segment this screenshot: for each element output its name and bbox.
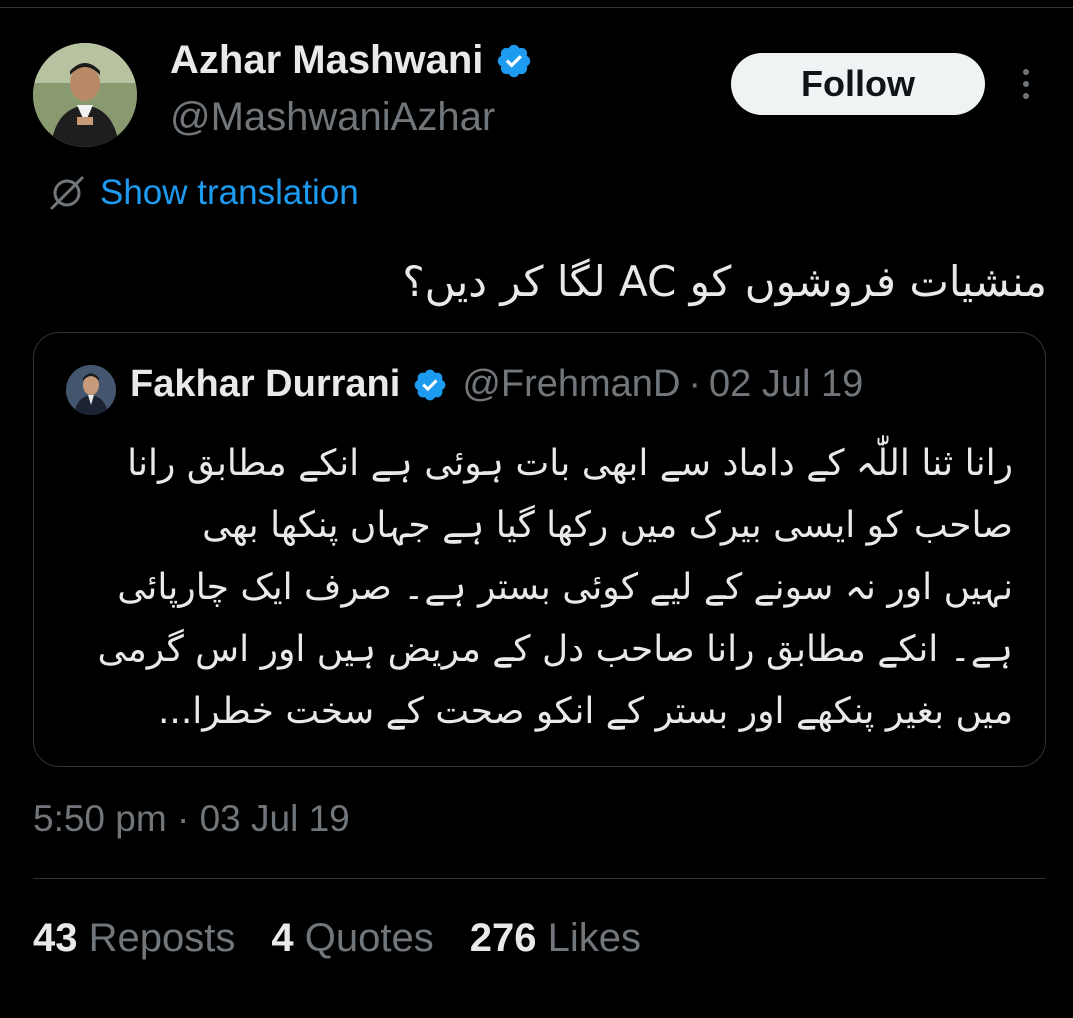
engagement-stats: 43 Reposts 4 Quotes 276 Likes — [33, 916, 677, 961]
follow-button[interactable]: Follow — [731, 53, 985, 115]
quotes-label: Quotes — [304, 916, 434, 960]
quotes-count: 4 — [271, 916, 294, 960]
quoted-tweet-text: رانا ثنا اللّٰہ کے داماد سے ابھی بات ہوئ… — [68, 433, 1013, 743]
author-handle[interactable]: @MashwaniAzhar — [170, 95, 495, 140]
author-name-text: Azhar Mashwani — [170, 38, 484, 82]
likes-count: 276 — [469, 916, 537, 960]
quoted-tweet-card[interactable]: Fakhar Durrani @FrehmanD · 02 Jul 19 ران… — [33, 332, 1046, 767]
quoted-tweet-date: 02 Jul 19 — [709, 363, 864, 405]
translate-globe-icon — [50, 176, 84, 210]
tweet-timestamp[interactable]: 5:50 pm · 03 Jul 19 — [33, 798, 350, 840]
quoted-tweet-header: Fakhar Durrani @FrehmanD · 02 Jul 19 — [130, 363, 863, 406]
quoted-text-line: ہے۔ انکے مطابق رانا صاحب دل کے مریض ہیں … — [97, 629, 1013, 670]
quoted-verified-badge-icon — [414, 369, 446, 400]
show-translation-link[interactable]: Show translation — [44, 170, 359, 216]
likes-label: Likes — [547, 916, 641, 960]
author-avatar-image — [33, 43, 137, 147]
quoted-text-line: رانا ثنا اللّٰہ کے داماد سے ابھی بات ہوئ… — [127, 443, 1013, 484]
reposts-stat[interactable]: 43 Reposts — [33, 916, 235, 961]
quoted-author-handle: @FrehmanD — [462, 363, 681, 405]
quoted-text-line: صاحب کو ایسی بیرک میں رکھا گیا ہے جہاں پ… — [202, 505, 1013, 546]
quotes-stat[interactable]: 4 Quotes — [271, 916, 433, 961]
verified-badge-icon — [498, 44, 531, 77]
author-avatar[interactable] — [33, 43, 137, 147]
quoted-author-name: Fakhar Durrani — [130, 363, 401, 405]
quoted-author-avatar-image — [66, 365, 116, 415]
more-options-icon[interactable] — [1012, 66, 1040, 102]
likes-stat[interactable]: 276 Likes — [470, 916, 641, 961]
reposts-count: 43 — [33, 916, 78, 960]
reposts-label: Reposts — [88, 916, 236, 960]
tweet-text: منشیات فروشوں کو AC لگا کر دیں؟ — [402, 257, 1047, 306]
stats-divider — [33, 878, 1046, 879]
quoted-separator-dot: · — [688, 363, 702, 405]
show-translation-label: Show translation — [100, 173, 359, 212]
quoted-author-avatar — [66, 365, 116, 415]
quoted-text-line: میں بغیر پنکھے اور بستر کے انکو صحت کے س… — [157, 691, 1013, 732]
author-display-name[interactable]: Azhar Mashwani — [170, 38, 533, 83]
quoted-text-line: نہیں اور نہ سونے کے لیے کوئی بستر ہے۔ صر… — [117, 567, 1013, 608]
top-divider — [0, 7, 1073, 8]
